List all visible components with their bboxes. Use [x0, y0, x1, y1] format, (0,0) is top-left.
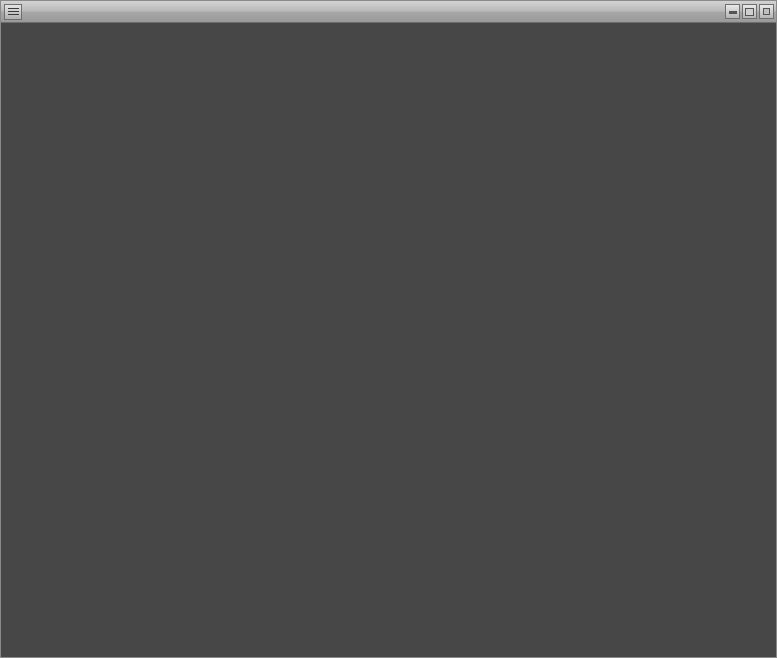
minimize-button[interactable]: [725, 4, 740, 19]
title-bar: [1, 1, 777, 23]
window-buttons: [725, 4, 774, 19]
adsynth-voice-parameters-window: [0, 0, 777, 658]
close-button[interactable]: [759, 4, 774, 19]
maximize-button[interactable]: [742, 4, 757, 19]
hamburger-menu-icon[interactable]: [4, 4, 22, 20]
